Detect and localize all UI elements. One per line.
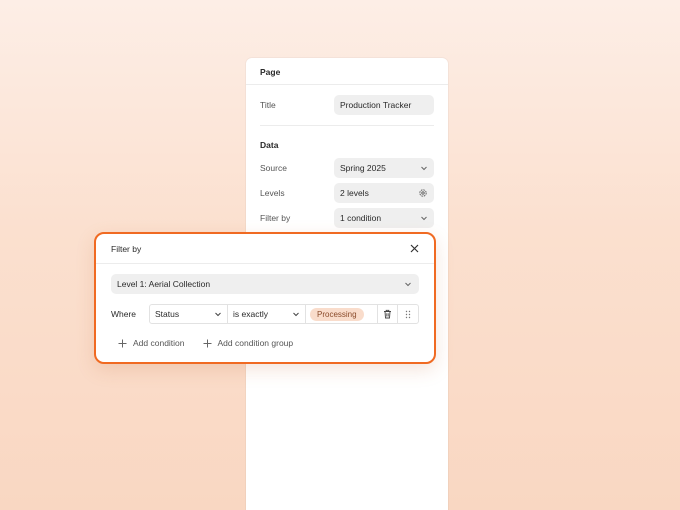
operator-value: is exactly [233, 309, 268, 319]
add-condition-group-label: Add condition group [217, 338, 294, 348]
popover-title: Filter by [111, 243, 142, 254]
source-row: Source Spring 2025 [260, 158, 434, 178]
field-value: Status [155, 309, 180, 319]
title-label: Title [260, 100, 276, 110]
chevron-down-icon [215, 312, 221, 317]
value-select[interactable]: Processing [306, 305, 378, 323]
drag-handle[interactable] [398, 305, 418, 323]
add-condition-button[interactable]: Add condition [118, 338, 185, 348]
source-value: Spring 2025 [340, 163, 386, 173]
levels-button[interactable]: 2 levels [334, 183, 434, 203]
status-tag: Processing [310, 307, 364, 321]
condition-row: Where Status is exactly Processing [111, 304, 419, 324]
source-select[interactable]: Spring 2025 [334, 158, 434, 178]
popover-header: Filter by [96, 234, 434, 264]
title-input[interactable]: Production Tracker [334, 95, 434, 115]
add-condition-group-button[interactable]: Add condition group [203, 338, 294, 348]
chevron-down-icon [421, 216, 427, 221]
chevron-down-icon [405, 282, 411, 287]
plus-icon [203, 339, 212, 347]
title-value: Production Tracker [340, 100, 412, 110]
levels-value: 2 levels [340, 188, 369, 198]
chevron-down-icon [293, 312, 299, 317]
field-select[interactable]: Status [150, 305, 228, 323]
drag-handle-icon [405, 310, 411, 318]
divider [260, 125, 434, 126]
filter-popover: Filter by Level 1: Aerial Collection Whe… [94, 232, 436, 364]
gear-icon [419, 189, 427, 197]
data-section-title: Data [260, 140, 279, 150]
close-icon [410, 244, 418, 253]
operator-select[interactable]: is exactly [228, 305, 306, 323]
delete-condition-button[interactable] [378, 305, 398, 323]
level-select-value: Level 1: Aerial Collection [117, 279, 211, 289]
filter-value: 1 condition [340, 213, 382, 223]
chevron-down-icon [421, 166, 427, 171]
add-actions: Add condition Add condition group [118, 338, 293, 348]
source-label: Source [260, 163, 287, 173]
title-row: Title Production Tracker [260, 95, 434, 115]
filter-select[interactable]: 1 condition [334, 208, 434, 228]
close-button[interactable] [408, 243, 420, 255]
condition-box: Status is exactly Processing [149, 304, 419, 324]
panel-header: Page [246, 58, 448, 85]
filter-label: Filter by [260, 213, 291, 223]
filter-row: Filter by 1 condition [260, 208, 434, 228]
levels-row: Levels 2 levels [260, 183, 434, 203]
level-select[interactable]: Level 1: Aerial Collection [111, 274, 419, 294]
trash-icon [384, 309, 391, 319]
plus-icon [118, 339, 127, 347]
add-condition-label: Add condition [133, 338, 185, 348]
where-label: Where [111, 309, 137, 319]
levels-label: Levels [260, 188, 285, 198]
